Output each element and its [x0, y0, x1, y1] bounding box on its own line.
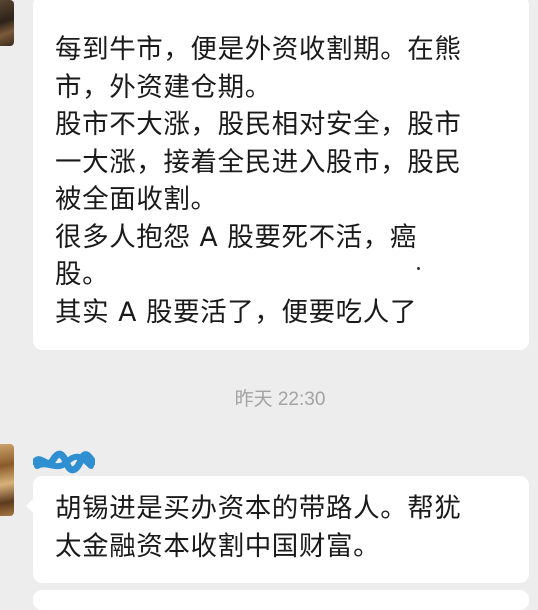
message-line: 其实 A 股要活了，便要吃人了: [55, 296, 417, 328]
message-line: 每到牛市，便是外资收割期。在熊: [55, 34, 462, 65]
message-bubble-1[interactable]: 每到牛市，便是外资收割期。在熊 市，外资建仓期。 股市不大涨，股民相对安全，股市…: [33, 0, 529, 350]
sender-avatar-top[interactable]: [0, 0, 14, 46]
message-line: 胡锡进是买办资本的带路人。帮犹: [55, 493, 462, 524]
message-line: 被全面收割。: [55, 184, 218, 215]
redacted-sender-name-scribble: [33, 450, 95, 474]
message-line: 股。: [55, 259, 110, 290]
message-bubble-2[interactable]: 胡锡进是买办资本的带路人。帮犹 太金融资本收割中国财富。: [33, 476, 529, 583]
message-line: 一大涨，接着全民进入股市，股民: [55, 146, 462, 178]
message-timestamp: 昨天 22:30: [234, 389, 326, 410]
message-line: 市，外资建仓期。: [55, 71, 272, 103]
stray-dot: [417, 267, 420, 270]
message-bubble-partial[interactable]: [33, 590, 529, 610]
message-line: 很多人抱怨 A 股要死不活，癌: [55, 221, 417, 253]
message-line: 股市不大涨，股民相对安全，股市: [55, 109, 462, 140]
message-line: 太金融资本收割中国财富。: [55, 530, 381, 562]
sender-avatar-bottom[interactable]: [0, 444, 14, 516]
